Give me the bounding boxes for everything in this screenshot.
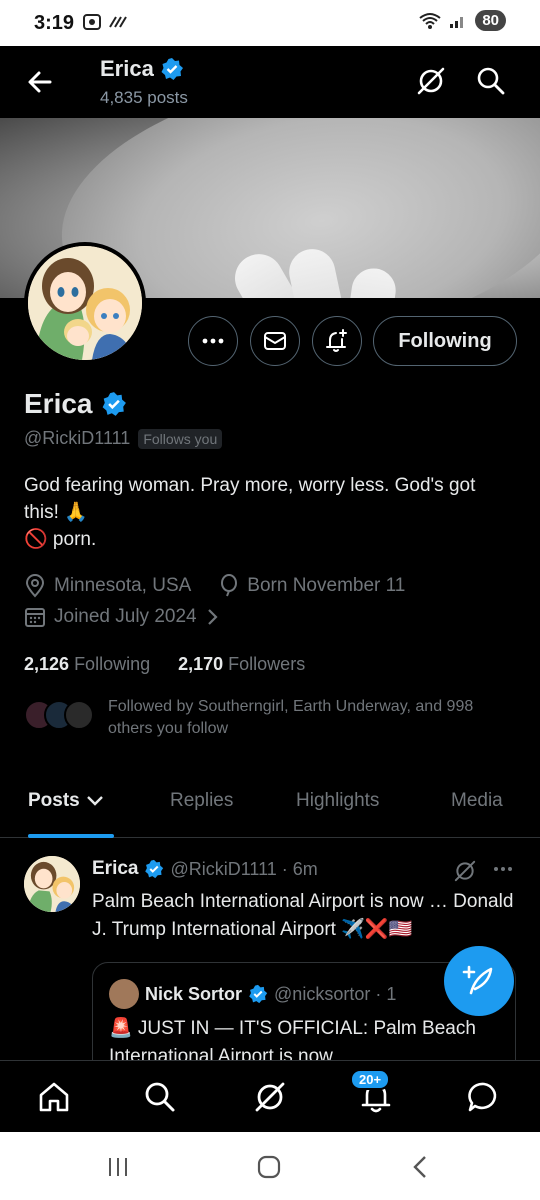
profile-birthday: Born November 11 [247, 575, 406, 596]
tab-replies[interactable]: Replies [170, 790, 233, 812]
search-icon[interactable] [474, 64, 508, 98]
followers-count-link[interactable]: 2,170 Followers [178, 654, 305, 675]
messages-icon[interactable] [466, 1079, 502, 1115]
verified-badge-icon [249, 984, 268, 1004]
battery-indicator: 80 [475, 10, 506, 31]
followed-by-row[interactable]: Followed by Southerngirl, Earth Underway… [24, 696, 508, 740]
follows-you-badge: Follows you [138, 428, 223, 449]
chevron-down-icon [86, 796, 103, 806]
tab-media[interactable]: Media [451, 790, 503, 812]
grok-icon[interactable] [252, 1079, 288, 1115]
grok-icon[interactable] [414, 64, 448, 98]
avatar-illustration [28, 246, 142, 360]
following-count-link[interactable]: 2,126 Following [24, 654, 150, 675]
quote-author-name: Nick Sortor [145, 983, 243, 1004]
verified-badge-icon [161, 58, 183, 80]
tweet[interactable]: Erica @RickiD1111 · 6m Palm Beach Intern… [0, 838, 540, 1060]
ellipsis-icon[interactable] [492, 858, 514, 880]
quote-handle: @nicksortor · 1 [274, 983, 397, 1004]
following-button[interactable]: Following [373, 316, 517, 366]
avatar [109, 979, 139, 1009]
profile-bio: God fearing woman. Pray more, worry less… [24, 475, 476, 550]
joined-date-link[interactable]: Joined July 2024 [24, 606, 219, 628]
back-arrow-icon[interactable] [22, 64, 58, 100]
tweet-text: Palm Beach International Airport is now … [92, 891, 514, 940]
quote-text: 🚨 JUST IN — IT'S OFFICIAL: Palm Beach In… [109, 1018, 476, 1060]
chevron-right-icon [207, 609, 218, 625]
tab-posts[interactable]: Posts [28, 790, 104, 812]
balloon-icon [221, 574, 238, 597]
profile-handle: @RickiD1111 [24, 428, 131, 448]
header-title: Erica [100, 56, 184, 82]
post-count: 4,835 posts [100, 88, 188, 107]
notifications-badge: 20+ [350, 1069, 391, 1090]
feather-plus-icon [462, 965, 493, 995]
home-button-icon[interactable] [256, 1154, 282, 1180]
wifi-icon [419, 12, 441, 29]
profile-header-bar: Erica 4,835 posts [0, 46, 540, 118]
profile-tabs: Posts Replies Highlights Media [0, 770, 540, 838]
home-icon[interactable] [36, 1079, 72, 1115]
status-bar: 3:19 80 [0, 0, 540, 46]
followed-by-text: Followed by Southerngirl, Earth Underway… [108, 698, 474, 737]
avatar [64, 700, 94, 730]
message-button[interactable] [250, 316, 300, 366]
verified-badge-icon [145, 859, 164, 879]
profile-joined: Joined July 2024 [54, 606, 197, 627]
verified-badge-icon [102, 392, 126, 416]
envelope-icon [264, 332, 286, 350]
bell-plus-icon [326, 329, 347, 352]
clock: 3:19 [34, 12, 75, 34]
avatar[interactable] [24, 856, 80, 912]
profile-avatar[interactable] [24, 242, 146, 364]
notify-button[interactable] [312, 316, 362, 366]
compose-post-button[interactable] [444, 946, 514, 1016]
profile-location: Minnesota, USA [54, 575, 192, 596]
profile-name: Erica [24, 388, 127, 420]
tweet-author-name[interactable]: Erica [92, 858, 138, 880]
location-pin-icon [25, 574, 45, 598]
ellipsis-icon [202, 338, 224, 344]
followers-you-know-avatars [24, 700, 96, 736]
screenshot-icon [83, 14, 101, 30]
search-icon[interactable] [142, 1079, 178, 1115]
recent-apps-icon[interactable] [106, 1156, 130, 1178]
tweet-handle-time: @RickiD1111 · 6m [170, 858, 318, 879]
tab-highlights[interactable]: Highlights [296, 790, 379, 812]
grok-icon[interactable] [452, 858, 478, 884]
more-options-button[interactable] [188, 316, 238, 366]
back-button-icon[interactable] [410, 1154, 430, 1180]
system-navigation-bar [0, 1132, 540, 1200]
bottom-navigation: 20+ [0, 1060, 540, 1132]
signal-strength-icon [109, 16, 127, 28]
cell-signal-icon [450, 16, 464, 28]
calendar-icon [25, 608, 45, 627]
